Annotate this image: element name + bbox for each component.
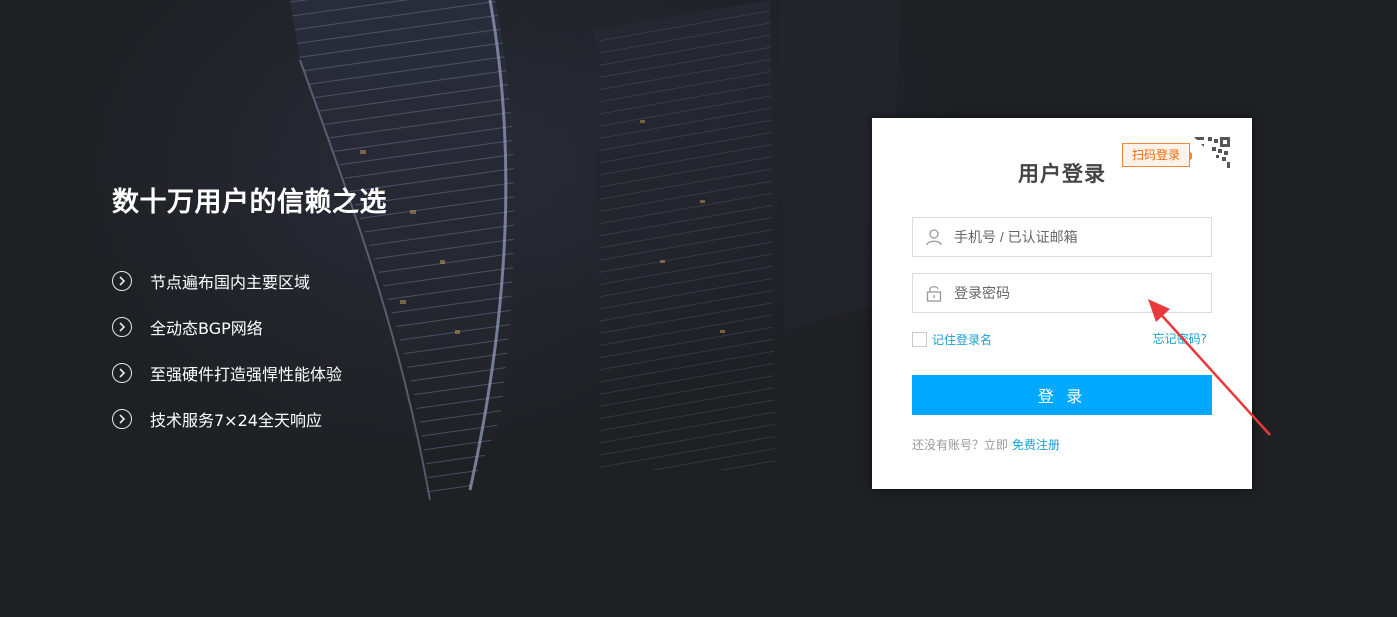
hero-section: 数十万用户的信赖之选 节点遍布国内主要区域 全动态BGP网络 至强硬件打造强悍性… bbox=[112, 184, 387, 442]
chevron-right-circle-icon bbox=[112, 317, 132, 337]
remember-login[interactable]: 记住登录名 bbox=[912, 331, 992, 348]
feature-item: 技术服务7×24全天响应 bbox=[112, 396, 387, 442]
username-input[interactable] bbox=[954, 229, 1194, 245]
register-prompt: 还没有账号？立即 免费注册 bbox=[912, 436, 1060, 453]
chevron-right-circle-icon bbox=[112, 409, 132, 429]
remember-checkbox[interactable] bbox=[912, 332, 927, 347]
username-field[interactable] bbox=[912, 217, 1212, 257]
feature-item: 至强硬件打造强悍性能体验 bbox=[112, 350, 387, 396]
register-link[interactable]: 免费注册 bbox=[1012, 438, 1060, 452]
chevron-right-circle-icon bbox=[112, 363, 132, 383]
feature-label: 技术服务7×24全天响应 bbox=[150, 411, 322, 430]
chevron-right-circle-icon bbox=[112, 271, 132, 291]
feature-label: 至强硬件打造强悍性能体验 bbox=[150, 365, 343, 384]
hero-title: 数十万用户的信赖之选 bbox=[112, 187, 387, 218]
qr-code-icon[interactable] bbox=[1192, 135, 1232, 175]
register-prompt-text: 还没有账号？立即 bbox=[912, 438, 1009, 452]
feature-item: 节点遍布国内主要区域 bbox=[112, 258, 387, 304]
qr-login-tip[interactable]: 扫码登录 bbox=[1122, 143, 1196, 167]
feature-label: 全动态BGP网络 bbox=[150, 319, 263, 338]
remember-label[interactable]: 记住登录名 bbox=[932, 331, 992, 348]
annotation-arrow bbox=[1148, 299, 1271, 436]
lock-icon bbox=[926, 286, 942, 302]
feature-item: 全动态BGP网络 bbox=[112, 304, 387, 350]
feature-label: 节点遍布国内主要区域 bbox=[150, 273, 311, 292]
feature-list: 节点遍布国内主要区域 全动态BGP网络 至强硬件打造强悍性能体验 技术服务7×2… bbox=[112, 258, 387, 442]
user-icon bbox=[926, 229, 942, 246]
